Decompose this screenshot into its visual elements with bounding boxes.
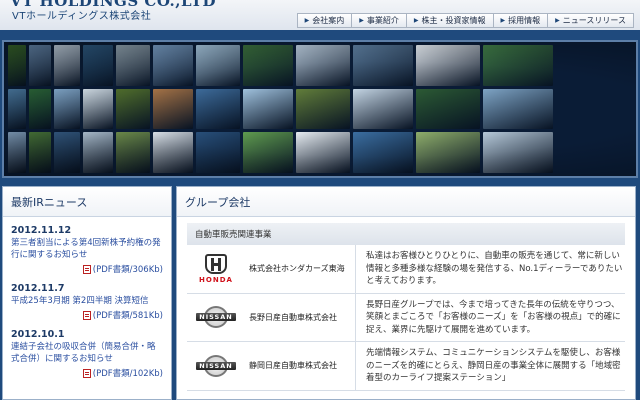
hero-photo-tile — [196, 88, 240, 130]
news-pdf-link[interactable]: (PDF書類/306Kb) — [11, 263, 163, 275]
hero-photo-tile — [353, 132, 413, 173]
hero-banner — [2, 40, 638, 178]
hero-photo-tile — [243, 132, 293, 173]
nissan-wordmark: NISSAN — [196, 361, 236, 370]
hero-photo-tile — [196, 45, 240, 86]
hero-photo-tile — [153, 88, 193, 130]
news-title-link[interactable]: 第三者割当による第4回新株予約権の発行に関するお知らせ — [11, 237, 163, 261]
hero-photo-tile — [483, 132, 553, 173]
triangle-right-icon: ▶ — [359, 17, 364, 24]
hero-photo-tile — [8, 88, 26, 130]
hero-photo-tile — [153, 45, 193, 86]
nav-news-release[interactable]: ▶ ニュースリリース — [548, 14, 633, 27]
nav-recruit[interactable]: ▶ 採用情報 — [494, 14, 549, 27]
hero-photo-tile — [416, 88, 480, 130]
honda-logo-icon[interactable]: HONDA — [187, 253, 245, 284]
hero-photo-tile — [416, 132, 480, 173]
site-header: VT HOLDINGS CO.,LTD VTホールディングス株式会社 ▶ 会社案内… — [0, 0, 640, 30]
hero-photo-tile — [296, 45, 350, 86]
pdf-icon — [82, 310, 91, 320]
hero-photo-tile — [29, 45, 51, 86]
company-logo-jp: VTホールディングス株式会社 — [12, 11, 152, 22]
company-description: 私達はお客様ひとりひとりに、自動車の販売を通じて、常に新しい情報と多種多様な経験… — [355, 245, 625, 293]
hero-photo-tile — [296, 88, 350, 130]
pdf-icon — [82, 368, 91, 378]
company-row: NISSAN 静岡日産自動車株式会社 先端情報システム、コミュニケーションシステ… — [187, 342, 625, 391]
hero-photo-tile — [83, 45, 113, 86]
nav-label: 事業紹介 — [366, 16, 399, 25]
hero-photo-tile — [54, 88, 80, 130]
ir-news-title: 最新IRニュース — [3, 187, 171, 217]
nav-company-info[interactable]: ▶ 会社案内 — [298, 14, 353, 27]
nav-label: 採用情報 — [508, 16, 541, 25]
news-pdf-link[interactable]: (PDF書類/581Kb) — [11, 309, 163, 321]
news-pdf-label: (PDF書類/581Kb) — [92, 311, 163, 321]
ir-news-panel: 最新IRニュース 2012.11.12 第三者割当による第4回新株予約権の発行に… — [2, 186, 172, 400]
hero-photo-tile — [29, 88, 51, 130]
company-description: 長野日産グループでは、今まで培ってきた長年の伝統を守りつつ、笑顔とまごころで「お… — [355, 293, 625, 341]
hero-photo-tile — [353, 45, 413, 86]
nav-label: 株主・投資家情報 — [421, 16, 486, 25]
nav-label: ニュースリリース — [562, 16, 626, 25]
nav-investors[interactable]: ▶ 株主・投資家情報 — [407, 14, 494, 27]
hero-photo-tile — [153, 132, 193, 173]
triangle-right-icon: ▶ — [304, 17, 310, 24]
group-companies-title: グループ会社 — [177, 187, 635, 217]
company-row: NISSAN 長野日産自動車株式会社 長野日産グループでは、今まで培ってきた長年… — [187, 293, 625, 342]
global-nav: ▶ 会社案内 ▶ 事業紹介 ▶ 株主・投資家情報 ▶ 採用情報 ▶ ニュースリリース — [296, 13, 634, 28]
hero-photo-tile — [243, 45, 293, 86]
news-item: 2012.10.1 連結子会社の吸収合併（簡易合併・略式合併）に関するお知らせ … — [3, 321, 171, 379]
company-name-link[interactable]: 静岡日産自動車株式会社 — [245, 360, 355, 371]
news-date: 2012.11.7 — [11, 283, 65, 294]
honda-h-mark — [205, 253, 227, 274]
news-title-link[interactable]: 連結子会社の吸収合併（簡易合併・略式合併）に関するお知らせ — [11, 341, 163, 365]
news-item: 2012.11.12 第三者割当による第4回新株予約権の発行に関するお知らせ (… — [3, 217, 171, 275]
pdf-icon — [82, 264, 91, 274]
nissan-logo-icon[interactable]: NISSAN — [187, 354, 245, 377]
company-row: HONDA 株式会社ホンダカーズ東海 私達はお客様ひとりひとりに、自動車の販売を… — [187, 245, 625, 294]
honda-wordmark: HONDA — [199, 275, 233, 284]
hero-photo-tile — [83, 132, 113, 173]
company-name-link[interactable]: 長野日産自動車株式会社 — [245, 312, 355, 323]
hero-photo-tile — [54, 132, 80, 173]
hero-photo-tile — [116, 88, 150, 130]
nav-business[interactable]: ▶ 事業紹介 — [352, 14, 407, 27]
news-date: 2012.10.1 — [11, 329, 65, 340]
company-name-link[interactable]: 株式会社ホンダカーズ東海 — [245, 263, 355, 274]
hero-photo-tile — [116, 132, 150, 173]
nissan-wordmark: NISSAN — [196, 313, 236, 322]
news-pdf-link[interactable]: (PDF書類/102Kb) — [11, 367, 163, 379]
hero-photo-tile — [29, 132, 51, 173]
hero-photo-tile — [54, 45, 80, 86]
nissan-emblem: NISSAN — [196, 306, 236, 329]
hero-photo-tile — [116, 45, 150, 86]
hero-photo-tile — [8, 132, 26, 173]
hero-photo-tile — [243, 88, 293, 130]
news-title-link[interactable]: 平成25年3月期 第2四半期 決算短信 — [11, 295, 163, 307]
nav-label: 会社案内 — [312, 16, 345, 25]
news-pdf-label: (PDF書類/306Kb) — [92, 265, 163, 275]
section-heading-auto-sales: 自動車販売関連事業 — [187, 223, 625, 245]
news-date: 2012.11.12 — [11, 225, 72, 236]
hero-photo-tile — [416, 45, 480, 86]
news-item: 2012.11.7 平成25年3月期 第2四半期 決算短信 (PDF書類/581… — [3, 275, 171, 321]
news-pdf-label: (PDF書類/102Kb) — [92, 369, 163, 379]
hero-photo-tile — [353, 88, 413, 130]
nissan-emblem: NISSAN — [196, 354, 236, 377]
nissan-logo-icon[interactable]: NISSAN — [187, 306, 245, 329]
hero-photo-tile — [296, 132, 350, 173]
hero-photo-tile — [483, 45, 553, 86]
triangle-right-icon: ▶ — [555, 17, 560, 24]
triangle-right-icon: ▶ — [500, 17, 506, 24]
hero-photo-tile — [196, 132, 240, 173]
hero-photo-tile — [83, 88, 113, 130]
hero-photo-collage — [8, 45, 634, 173]
group-companies-panel: グループ会社 自動車販売関連事業 HONDA 株式会社ホンダカーズ東海 私達はお… — [176, 186, 636, 400]
hero-photo-tile — [8, 45, 26, 86]
triangle-right-icon: ▶ — [413, 17, 419, 24]
hero-photo-tile — [483, 88, 553, 130]
company-description: 先端情報システム、コミュニケーションシステムを駆使し、お客様のニーズを的確にとら… — [355, 342, 625, 390]
